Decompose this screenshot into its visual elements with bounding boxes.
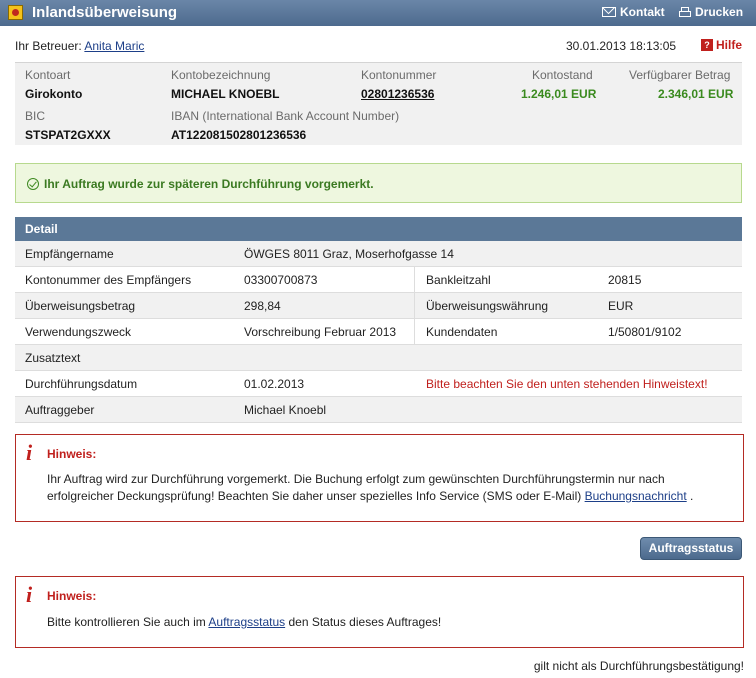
table-row: Kontonummer des Empfängers 03300700873 B… bbox=[15, 267, 742, 293]
notice-text-line2: erfolgreicher Deckungsprüfung! Beachten … bbox=[47, 489, 585, 503]
kontoart-label: Kontoart bbox=[25, 68, 71, 82]
page-title: Inlandsüberweisung bbox=[32, 4, 178, 21]
notice-text-after: den Status dieses Auftrages! bbox=[285, 615, 442, 629]
verfuegbar-value: 2.346,01 EUR bbox=[658, 87, 734, 101]
notice-text: Bitte kontrollieren Sie auch im Auftrags… bbox=[47, 614, 727, 631]
help-icon: ? bbox=[701, 39, 713, 51]
advisor-label: Ihr Betreuer: bbox=[15, 39, 82, 53]
advisor-line: Ihr Betreuer: Anita Maric bbox=[15, 39, 144, 53]
iban-label: IBAN (International Bank Account Number) bbox=[171, 109, 400, 123]
bic-label: BIC bbox=[25, 109, 46, 123]
row-value: ÖWGES 8011 Graz, Moserhofgasse 14 bbox=[244, 247, 454, 261]
notice-text-before: Bitte kontrollieren Sie auch im bbox=[47, 615, 209, 629]
kontobezeichnung-value: MICHAEL KNOEBL bbox=[171, 87, 280, 101]
notice-text-end: . bbox=[686, 489, 694, 503]
bic-value: STSPAT2GXXX bbox=[25, 128, 111, 142]
kontoart-value: Girokonto bbox=[25, 87, 83, 101]
row-label: Durchführungsdatum bbox=[25, 377, 138, 391]
verfuegbar-label: Verfügbarer Betrag bbox=[629, 68, 731, 82]
detail-header: Detail bbox=[15, 217, 742, 241]
footer-note: gilt nicht als Durchführungsbestätigung! bbox=[533, 659, 744, 673]
table-row: Auftraggeber Michael Knoebl bbox=[15, 397, 742, 423]
advisor-name-link[interactable]: Anita Maric bbox=[84, 39, 144, 53]
info-icon: i bbox=[26, 440, 33, 465]
row-value: 01.02.2013 bbox=[244, 377, 305, 391]
buchungsnachricht-link[interactable]: Buchungsnachricht bbox=[585, 489, 687, 503]
row-value: 298,84 bbox=[244, 299, 281, 313]
row-label: Überweisungsbetrag bbox=[25, 299, 136, 313]
row-label: Empfängername bbox=[25, 247, 114, 261]
column-divider bbox=[414, 319, 415, 344]
row-value: Michael Knoebl bbox=[244, 403, 327, 417]
bank-logo-icon bbox=[8, 5, 23, 20]
row-label: Zusatztext bbox=[25, 351, 81, 365]
order-status-button[interactable]: Auftragsstatus bbox=[640, 537, 742, 560]
check-circle-icon bbox=[27, 178, 39, 190]
table-row: Überweisungsbetrag 298,84 Überweisungswä… bbox=[15, 293, 742, 319]
row-label: Bankleitzahl bbox=[426, 273, 491, 287]
row-value: 1/50801/9102 bbox=[608, 325, 682, 339]
title-bar: Inlandsüberweisung Kontakt Drucken bbox=[0, 0, 756, 26]
row-value: EUR bbox=[608, 299, 634, 313]
column-divider bbox=[414, 267, 415, 292]
notice-title: Hinweis: bbox=[47, 589, 97, 603]
kontonummer-label: Kontonummer bbox=[361, 68, 437, 82]
success-message: Ihr Auftrag wurde zur späteren Durchführ… bbox=[44, 177, 374, 191]
row-label: Verwendungszweck bbox=[25, 325, 132, 339]
notice-box-booking: i Hinweis: Ihr Auftrag wird zur Durchfüh… bbox=[15, 434, 744, 522]
row-label: Kontonummer des Empfängers bbox=[25, 273, 192, 287]
row-label: Auftraggeber bbox=[25, 403, 95, 417]
table-row: Empfängername ÖWGES 8011 Graz, Moserhofg… bbox=[15, 241, 742, 267]
contact-label: Kontakt bbox=[620, 5, 665, 19]
auftragsstatus-link[interactable]: Auftragsstatus bbox=[208, 615, 285, 629]
printer-icon bbox=[679, 6, 691, 18]
table-row: Verwendungszweck Vorschreibung Februar 2… bbox=[15, 319, 742, 345]
print-link[interactable]: Drucken bbox=[679, 5, 743, 19]
account-summary: Kontoart Girokonto Kontobezeichnung MICH… bbox=[15, 62, 742, 145]
row-label: Überweisungswährung bbox=[426, 299, 549, 313]
iban-value: AT122081502801236536 bbox=[171, 128, 307, 142]
contact-link[interactable]: Kontakt bbox=[602, 5, 665, 19]
notice-box-status: i Hinweis: Bitte kontrollieren Sie auch … bbox=[15, 576, 744, 648]
table-row: Durchführungsdatum 01.02.2013 Bitte beac… bbox=[15, 371, 742, 397]
detail-table: Detail Empfängername ÖWGES 8011 Graz, Mo… bbox=[15, 217, 742, 423]
success-banner: Ihr Auftrag wurde zur späteren Durchführ… bbox=[15, 163, 742, 203]
print-label: Drucken bbox=[695, 5, 744, 19]
info-icon: i bbox=[26, 582, 33, 607]
row-label: Kundendaten bbox=[426, 325, 498, 339]
warning-text: Bitte beachten Sie den unten stehenden H… bbox=[426, 377, 708, 391]
notice-text-line1: Ihr Auftrag wird zur Durchführung vorgem… bbox=[47, 472, 665, 486]
kontostand-value: 1.246,01 EUR bbox=[521, 87, 597, 101]
row-value: 03300700873 bbox=[244, 273, 318, 287]
row-value: Vorschreibung Februar 2013 bbox=[244, 325, 397, 339]
help-link[interactable]: ? Hilfe bbox=[701, 38, 742, 52]
kontonummer-link[interactable]: 02801236536 bbox=[361, 87, 434, 101]
help-label: Hilfe bbox=[716, 38, 743, 52]
column-divider bbox=[414, 293, 415, 318]
table-row: Zusatztext bbox=[15, 345, 742, 371]
kontobezeichnung-label: Kontobezeichnung bbox=[171, 68, 271, 82]
row-value: 20815 bbox=[608, 273, 642, 287]
notice-text: Ihr Auftrag wird zur Durchführung vorgem… bbox=[47, 471, 727, 505]
notice-title: Hinweis: bbox=[47, 447, 97, 461]
kontostand-label: Kontostand bbox=[532, 68, 593, 82]
mail-icon bbox=[602, 7, 616, 17]
datetime: 30.01.2013 18:13:05 bbox=[566, 39, 677, 53]
